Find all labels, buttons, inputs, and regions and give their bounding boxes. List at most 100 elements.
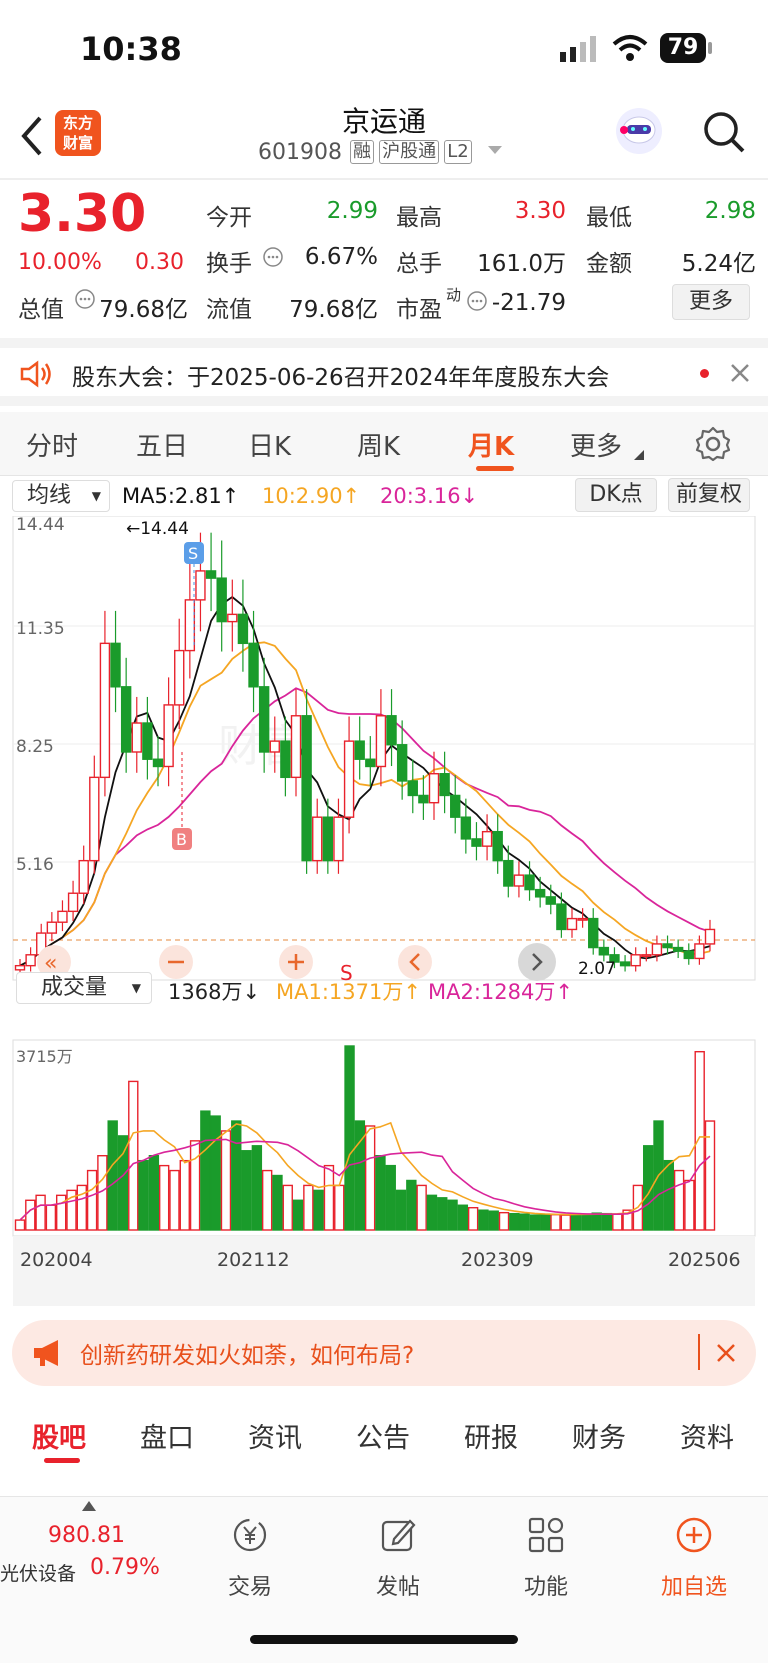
step-left-button[interactable] [398, 945, 432, 979]
tag-margin: 融 [350, 140, 374, 164]
more-button[interactable]: 更多 [672, 284, 750, 320]
pe-value: -21.79 [491, 290, 566, 316]
volume-bar [323, 1164, 335, 1231]
volume-bar [570, 1212, 582, 1231]
settings-gear-icon[interactable] [695, 426, 731, 462]
dropdown-triangle-icon[interactable] [488, 146, 502, 156]
low-label: 最低 [586, 205, 632, 231]
functions-button[interactable]: 功能 [496, 1515, 596, 1601]
tab-research[interactable]: 研报 [464, 1416, 518, 1455]
tab-forum[interactable]: 股吧 [32, 1416, 86, 1455]
candle-body [566, 917, 578, 931]
tab-daily-k[interactable]: 日K [248, 426, 291, 463]
volume-label: 总手 [396, 251, 442, 277]
add-watchlist-button[interactable]: 加自选 [644, 1515, 744, 1601]
content-tabs: 股吧 盘口 资讯 公告 研报 财务 资料 [0, 1400, 768, 1474]
battery-icon: 79 [660, 33, 706, 63]
stock-tags: 融 沪股通 L2 [350, 140, 472, 164]
candle-body [343, 740, 355, 818]
tab-weekly-k[interactable]: 周K [357, 426, 400, 463]
candle-body [672, 946, 684, 952]
volume-bar [86, 1169, 98, 1231]
tab-monthly-k[interactable]: 月K [468, 426, 514, 463]
candle-body [513, 874, 525, 887]
volume-bar [344, 1045, 355, 1231]
high-value: 3.30 [514, 198, 566, 224]
turnover-value: 6.67% [304, 244, 378, 270]
buy-marker-text: B [176, 830, 187, 849]
candle-body [354, 740, 365, 760]
candle-body [78, 859, 89, 894]
candle-body [333, 816, 344, 862]
kline-chart-area: 均线 ▼ MA5:2.81↑ 10:2.90↑ 20:3.16↓ DK点 前复权 … [0, 476, 768, 1306]
pe-sup: 动 [446, 286, 462, 304]
volume-bar [282, 1184, 293, 1231]
candle-body [25, 954, 36, 967]
dk-point-button[interactable]: DK点 [575, 478, 657, 512]
promo-banner[interactable]: 创新药研发如火如荼，如何布局? [12, 1320, 756, 1386]
last-price: 3.30 [18, 184, 147, 244]
signal-icon [560, 36, 596, 62]
search-icon[interactable] [702, 110, 746, 154]
change-percent: 10.00% [18, 250, 102, 275]
wifi-icon [612, 35, 648, 61]
candle-body [67, 892, 79, 913]
candle-body [407, 780, 418, 797]
candle-body [556, 903, 567, 931]
status-time: 10:38 [80, 30, 182, 68]
candle-body [152, 758, 164, 768]
close-icon[interactable] [730, 363, 750, 383]
battery-tip [708, 42, 712, 54]
volume-bar [509, 1212, 520, 1231]
tab-profile[interactable]: 资料 [680, 1416, 734, 1455]
volume-bar [395, 1189, 407, 1231]
close-icon[interactable] [716, 1343, 736, 1363]
volume-bar [241, 1150, 252, 1231]
notice-bar[interactable]: 股东大会：于2025-06-26召开2024年年度股东大会 [0, 338, 768, 406]
robot-avatar-icon[interactable] [616, 108, 662, 154]
candle-body [365, 758, 376, 768]
trade-button[interactable]: 交易 [200, 1515, 300, 1601]
candle-body [110, 642, 121, 688]
tab-announcements[interactable]: 公告 [356, 1416, 410, 1455]
amount-value: 5.24亿 [681, 251, 756, 277]
post-label: 发帖 [375, 1575, 420, 1600]
volume-bar [467, 1207, 479, 1231]
volume-bar [334, 1184, 345, 1231]
post-button[interactable]: 发帖 [348, 1515, 448, 1601]
volume-bar [550, 1213, 561, 1231]
volume-bar [519, 1213, 530, 1231]
tab-news[interactable]: 资讯 [248, 1416, 302, 1455]
tab-five-day[interactable]: 五日 [136, 426, 188, 463]
candle-body [163, 704, 174, 768]
volume-bars [14, 1045, 716, 1231]
volume-bar [498, 1211, 510, 1231]
tab-finance[interactable]: 财务 [572, 1416, 626, 1455]
float-label: 流值 [206, 297, 252, 323]
tab-timeshare[interactable]: 分时 [26, 426, 78, 463]
candle-body [301, 715, 312, 862]
volume-bar [200, 1110, 211, 1231]
candle-body [142, 722, 153, 760]
info-icon[interactable] [74, 288, 96, 310]
kline-tabs: 分时 五日 日K 周K 月K 更多 [0, 412, 768, 476]
edit-icon [381, 1519, 416, 1552]
candle-body [683, 950, 694, 960]
trade-label: 交易 [227, 1575, 272, 1600]
volume-bar [601, 1212, 613, 1231]
yen-exchange-icon [233, 1518, 267, 1552]
adjust-button[interactable]: 前复权 [668, 478, 750, 512]
volume-bar [457, 1204, 469, 1231]
kline-svg[interactable]: 财富 14.4411.358.255.162.07 ←14.44 2.07 S … [0, 516, 768, 1306]
tab-more[interactable]: 更多 [570, 426, 622, 463]
candle-body [630, 954, 641, 967]
indicator-select[interactable]: 均线 ▼ [12, 480, 110, 512]
tab-orderbook[interactable]: 盘口 [140, 1416, 194, 1455]
volume-ma2: MA2:1284万↑ [428, 980, 573, 1004]
candle-body [577, 917, 588, 921]
candle-body [195, 570, 206, 601]
price-tick-label: 14.44 [16, 516, 65, 535]
volume-bar [488, 1210, 499, 1231]
index-value[interactable]: 980.81 [48, 1523, 125, 1548]
volume-indicator-select[interactable]: 成交量 ▼ [16, 972, 152, 1004]
